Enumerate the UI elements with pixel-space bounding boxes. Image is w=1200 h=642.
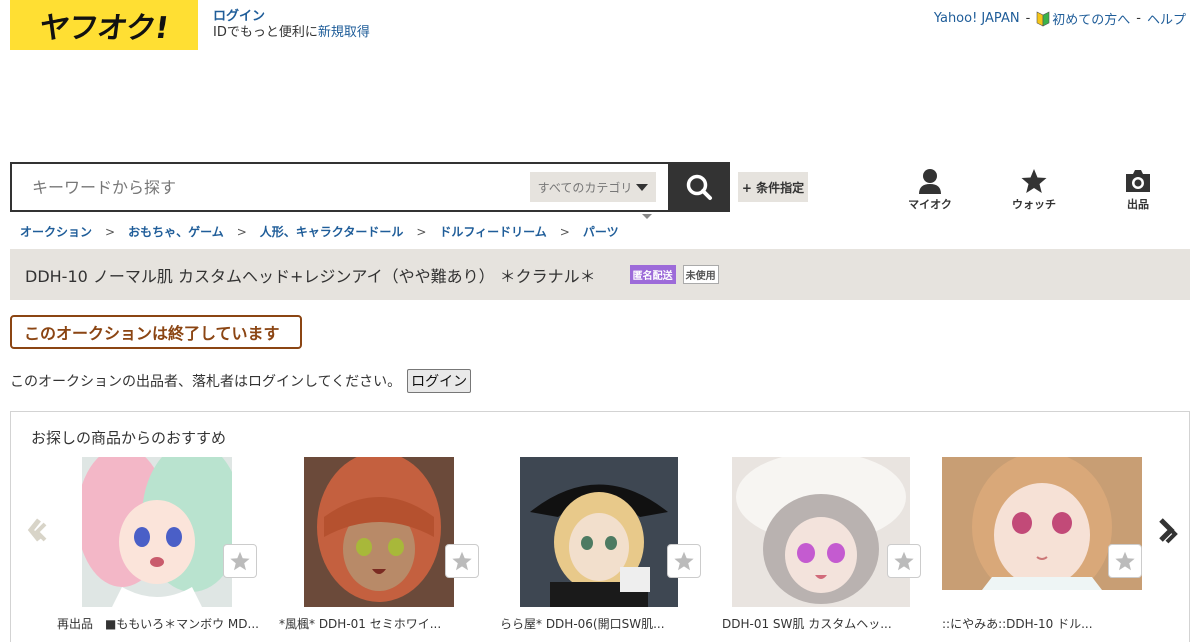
star-icon bbox=[894, 551, 914, 571]
notice-login-button[interactable]: ログイン bbox=[407, 369, 472, 393]
breadcrumb-separator: > bbox=[236, 224, 247, 239]
signup-link[interactable]: 新規取得 bbox=[318, 25, 370, 40]
breadcrumb-separator: > bbox=[416, 224, 427, 239]
beginner-link[interactable]: 初めての方へ bbox=[1036, 9, 1130, 28]
auction-ended-banner: このオークションは終了しています bbox=[10, 315, 302, 349]
yahoo-japan-link[interactable]: Yahoo! JAPAN bbox=[934, 11, 1020, 26]
watch-label: ウォッチ bbox=[1012, 198, 1056, 211]
carousel-prev-icon[interactable] bbox=[25, 512, 49, 552]
item-title[interactable]: *風楓* DDH-01 セミホワイ... bbox=[279, 615, 441, 632]
breadcrumb-item[interactable]: 人形、キャラクタードール bbox=[260, 223, 404, 240]
category-select[interactable]: すべてのカテゴリ bbox=[530, 172, 656, 202]
search-button[interactable] bbox=[668, 162, 730, 212]
search-bar: すべてのカテゴリ bbox=[10, 162, 730, 212]
watch-star-button[interactable] bbox=[445, 544, 479, 578]
breadcrumb-item[interactable]: オークション bbox=[20, 223, 92, 240]
breadcrumb-item[interactable]: パーツ bbox=[583, 223, 619, 240]
breadcrumb-item[interactable]: ドルフィードリーム bbox=[439, 223, 546, 240]
login-box: ログイン IDでもっと便利に新規取得 bbox=[213, 9, 370, 41]
star-icon bbox=[1021, 169, 1047, 193]
item-title: DDH-10 ノーマル肌 カスタムヘッド+レジンアイ（やや難あり） ＊クラナル＊ bbox=[25, 266, 596, 286]
watch-star-button[interactable] bbox=[1108, 544, 1142, 578]
watch-star-button[interactable] bbox=[667, 544, 701, 578]
myauc-link[interactable]: マイオク bbox=[900, 168, 960, 212]
search-field: すべてのカテゴリ bbox=[10, 162, 668, 212]
item-thumbnail[interactable] bbox=[304, 457, 454, 607]
item-title[interactable]: 再出品 ■ももいろ＊マンボウ MD... bbox=[57, 615, 259, 632]
caret-down-icon bbox=[642, 214, 652, 219]
breadcrumb-separator: > bbox=[559, 224, 570, 239]
breadcrumb: オークション > おもちゃ、ゲーム > 人形、キャラクタードール > ドルフィー… bbox=[20, 223, 619, 240]
breadcrumb-separator: > bbox=[105, 224, 116, 239]
login-link[interactable]: ログイン bbox=[213, 9, 265, 24]
carousel-next-icon[interactable] bbox=[1155, 512, 1179, 552]
star-icon bbox=[230, 551, 250, 571]
top-links: Yahoo! JAPAN - 初めての方へ - ヘルプ bbox=[934, 9, 1186, 28]
search-input[interactable] bbox=[12, 176, 504, 198]
recommendations-panel: お探しの商品からのおすすめ 再出品 ■ももいろ＊マンボウ MD... *風楓* … bbox=[10, 411, 1190, 642]
recommendations-title: お探しの商品からのおすすめ bbox=[31, 429, 227, 447]
beginner-link-label: 初めての方へ bbox=[1052, 13, 1131, 28]
anonymous-shipping-badge: 匿名配送 bbox=[629, 265, 676, 284]
separator: - bbox=[1025, 11, 1031, 26]
help-link[interactable]: ヘルプ bbox=[1147, 9, 1186, 28]
login-description: IDでもっと便利に bbox=[213, 25, 318, 40]
item-title-bar: DDH-10 ノーマル肌 カスタムヘッド+レジンアイ（やや難あり） ＊クラナル＊… bbox=[10, 249, 1190, 300]
star-icon bbox=[452, 551, 472, 571]
item-title[interactable]: らら屋* DDH-06(開口SW肌... bbox=[500, 615, 665, 632]
watch-star-button[interactable] bbox=[887, 544, 921, 578]
auction-ended-label: このオークションは終了しています bbox=[24, 324, 280, 343]
search-icon bbox=[686, 174, 712, 200]
condition-badge: 未使用 bbox=[682, 265, 719, 284]
beginner-mark-icon bbox=[1036, 11, 1050, 27]
camera-icon bbox=[1126, 170, 1150, 192]
watch-link[interactable]: ウォッチ bbox=[1004, 168, 1064, 212]
chevron-down-icon bbox=[636, 183, 649, 191]
star-icon bbox=[1115, 551, 1135, 571]
item-thumbnail[interactable] bbox=[520, 457, 678, 607]
logo-text: ヤフオク! bbox=[37, 11, 171, 46]
item-title[interactable]: DDH-01 SW肌 カスタムヘッ... bbox=[722, 615, 892, 632]
myauc-label: マイオク bbox=[908, 198, 952, 211]
user-icon bbox=[919, 169, 941, 194]
separator: - bbox=[1136, 11, 1141, 26]
condition-button[interactable]: + 条件指定 bbox=[738, 172, 808, 202]
watch-star-button[interactable] bbox=[223, 544, 257, 578]
breadcrumb-item[interactable]: おもちゃ、ゲーム bbox=[128, 223, 224, 240]
sell-link[interactable]: 出品 bbox=[1108, 168, 1168, 212]
login-notice: このオークションの出品者、落札者はログインしてください。 ログイン bbox=[10, 369, 472, 393]
item-title[interactable]: ::にやみあ::DDH-10 ドル... bbox=[942, 615, 1093, 632]
item-thumbnail[interactable] bbox=[82, 457, 232, 607]
login-notice-text: このオークションの出品者、落札者はログインしてください。 bbox=[10, 374, 402, 390]
item-thumbnail[interactable] bbox=[732, 457, 910, 607]
sell-label: 出品 bbox=[1127, 198, 1149, 211]
star-icon bbox=[674, 551, 694, 571]
yahoo-auction-logo[interactable]: ヤフオク! bbox=[10, 0, 198, 50]
category-select-label: すべてのカテゴリ bbox=[537, 180, 633, 195]
